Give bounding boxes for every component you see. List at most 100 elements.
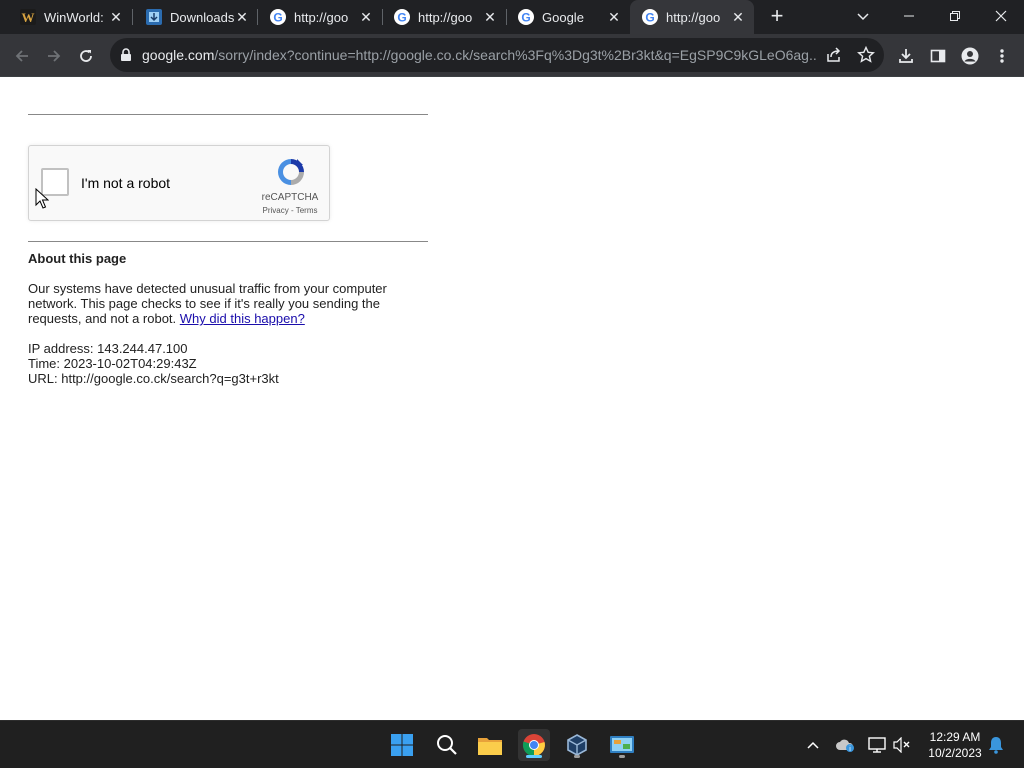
file-explorer-button[interactable] xyxy=(474,729,506,761)
tab-downloads[interactable]: Downloads ✕ xyxy=(126,0,258,34)
privacy-link[interactable]: Privacy xyxy=(263,206,289,215)
tab-title: WinWorld: xyxy=(44,9,104,25)
running-indicator xyxy=(574,755,580,758)
speaker-muted-icon xyxy=(893,737,910,753)
start-button[interactable] xyxy=(386,729,418,761)
tab-title: http://goo xyxy=(294,9,349,25)
minimize-icon xyxy=(904,15,914,17)
close-tab-icon[interactable]: ✕ xyxy=(358,9,374,25)
control-panel-button[interactable] xyxy=(606,729,638,761)
bookmark-button[interactable] xyxy=(855,44,877,66)
clock-time: 12:29 AM xyxy=(929,730,981,744)
new-tab-button[interactable]: + xyxy=(765,5,789,29)
google-g-icon: G xyxy=(394,9,410,25)
chevron-down-icon xyxy=(857,13,869,21)
close-tab-icon[interactable]: ✕ xyxy=(108,9,124,25)
svg-text:G: G xyxy=(397,11,406,25)
search-icon xyxy=(437,735,457,755)
forward-button[interactable] xyxy=(40,42,68,70)
tab-winworld[interactable]: W WinWorld: ✕ xyxy=(0,0,132,34)
recaptcha-links: Privacy - Terms xyxy=(255,206,325,215)
restore-button[interactable] xyxy=(932,0,978,32)
active-indicator xyxy=(526,755,542,758)
reload-button[interactable] xyxy=(72,42,100,70)
network-icon xyxy=(868,737,886,753)
why-link[interactable]: Why did this happen? xyxy=(180,311,305,326)
downloads-button[interactable] xyxy=(892,42,920,70)
svg-text:G: G xyxy=(645,11,654,25)
arrow-left-icon xyxy=(15,50,28,62)
google-g-icon: G xyxy=(518,9,534,25)
captcha-label: I'm not a robot xyxy=(81,175,171,191)
tab-title: Downloads xyxy=(170,9,235,25)
url-path: /sorry/index?continue=http://google.co.c… xyxy=(214,47,817,63)
svg-text:W: W xyxy=(22,10,35,25)
divider xyxy=(28,114,428,115)
tab-google-2[interactable]: G http://goo ✕ xyxy=(374,0,506,34)
more-vertical-icon xyxy=(1000,49,1004,63)
google-g-icon: G xyxy=(642,9,658,25)
close-tab-icon[interactable]: ✕ xyxy=(234,9,250,25)
tab-search-button[interactable] xyxy=(851,6,875,28)
mouse-cursor-icon xyxy=(35,188,49,209)
about-heading: About this page xyxy=(28,251,127,266)
profile-button[interactable] xyxy=(956,42,984,70)
winworld-icon: W xyxy=(20,9,36,25)
svg-text:G: G xyxy=(521,11,530,25)
tab-google-1[interactable]: G http://goo ✕ xyxy=(250,0,382,34)
share-button[interactable] xyxy=(823,44,845,66)
tab-title: http://goo xyxy=(418,9,473,25)
minimize-button[interactable] xyxy=(886,0,932,32)
page-content: I'm not a robot reCAPTCHA Privacy - Term… xyxy=(0,77,1024,720)
url-text[interactable]: google.com/sorry/index?continue=http://g… xyxy=(142,47,817,63)
link-separator: - xyxy=(288,206,296,215)
side-panel-button[interactable] xyxy=(924,42,952,70)
reload-icon xyxy=(80,50,92,62)
download-icon xyxy=(899,49,913,63)
profile-icon xyxy=(961,47,979,65)
side-panel-icon xyxy=(930,49,946,63)
about-text: Our systems have detected unusual traffi… xyxy=(28,281,408,326)
timestamp: Time: 2023-10-02T04:29:43Z xyxy=(28,356,197,371)
tab-strip: W WinWorld: ✕ Downloads ✕ G http://goo ✕… xyxy=(0,0,1024,34)
onedrive-tray-button[interactable]: i xyxy=(834,734,856,756)
star-icon xyxy=(857,46,875,63)
volume-tray-button[interactable] xyxy=(891,734,913,756)
cloud-icon: i xyxy=(836,739,854,753)
close-tab-icon[interactable]: ✕ xyxy=(482,9,498,25)
url-host: google.com xyxy=(142,47,215,63)
back-button[interactable] xyxy=(8,42,36,70)
chrome-icon xyxy=(522,734,545,757)
taskbar: i 12:29 AM 10/2/2023 xyxy=(0,720,1024,768)
google-g-icon: G xyxy=(270,9,286,25)
restore-icon xyxy=(950,11,960,21)
folder-icon xyxy=(478,738,502,755)
menu-button[interactable] xyxy=(988,42,1016,70)
close-window-button[interactable] xyxy=(978,0,1024,32)
lock-icon[interactable] xyxy=(120,48,132,62)
chevron-up-icon xyxy=(807,741,819,749)
show-hidden-icons-button[interactable] xyxy=(802,734,824,756)
downloads-site-icon xyxy=(146,9,162,25)
bell-icon xyxy=(989,737,1003,754)
share-icon xyxy=(827,47,841,62)
system-clock[interactable]: 12:29 AM 10/2/2023 xyxy=(920,729,990,761)
notifications-button[interactable] xyxy=(985,734,1007,756)
browser-toolbar: google.com/sorry/index?continue=http://g… xyxy=(0,34,1024,77)
tab-google-3[interactable]: G Google ✕ xyxy=(498,0,630,34)
network-tray-button[interactable] xyxy=(866,734,888,756)
divider xyxy=(28,241,428,242)
close-tab-icon[interactable]: ✕ xyxy=(730,9,746,25)
running-indicator xyxy=(619,755,625,758)
recaptcha-logo-icon xyxy=(278,159,304,185)
tab-google-active[interactable]: G http://goo ✕ xyxy=(630,0,754,34)
address-bar[interactable]: google.com/sorry/index?continue=http://g… xyxy=(110,38,884,72)
close-tab-icon[interactable]: ✕ xyxy=(606,9,622,25)
close-icon xyxy=(995,10,1007,22)
virtualbox-button[interactable] xyxy=(561,729,593,761)
search-button[interactable] xyxy=(431,729,463,761)
tab-title: Google xyxy=(542,9,584,25)
terms-link[interactable]: Terms xyxy=(296,206,318,215)
recaptcha-brand: reCAPTCHA xyxy=(261,192,319,203)
chrome-taskbar-button[interactable] xyxy=(518,729,550,761)
